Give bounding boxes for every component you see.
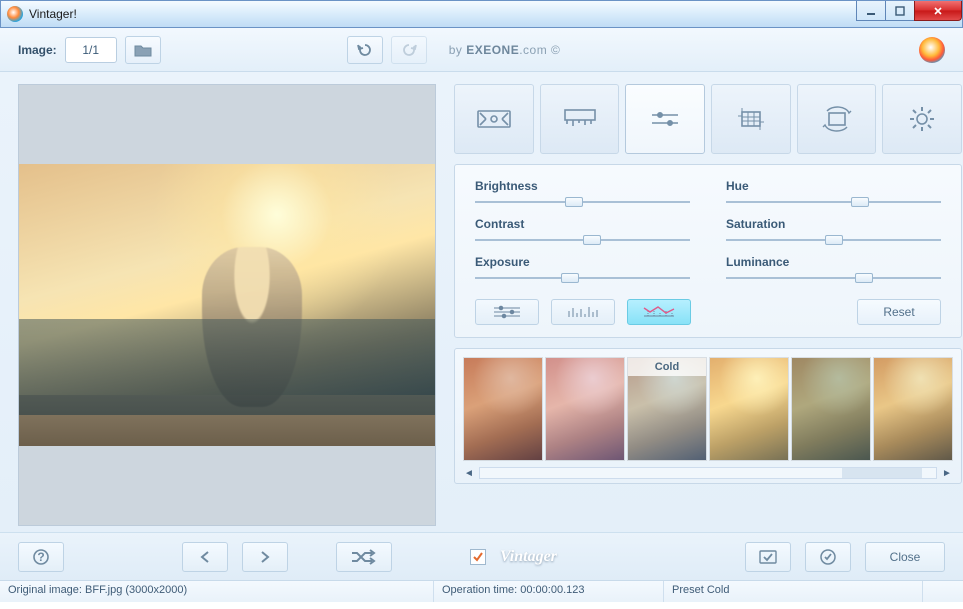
app-icon [7, 6, 23, 22]
minimize-button[interactable] [856, 1, 886, 21]
status-optime: Operation time: 00:00:00.123 [434, 581, 664, 602]
scroll-right-icon[interactable]: ► [941, 468, 953, 479]
exposure-slider[interactable] [475, 273, 690, 283]
preset-strip: Cold ◄ ► [454, 348, 962, 484]
image-counter: 1/1 [65, 37, 117, 63]
close-button[interactable]: Close [865, 542, 945, 572]
luminance-slider[interactable] [726, 273, 941, 283]
preset-thumb[interactable] [545, 357, 625, 461]
preset-label: Cold [628, 358, 706, 376]
undo-button[interactable] [347, 36, 383, 64]
tab-presets[interactable] [540, 84, 620, 154]
preset-thumb[interactable] [463, 357, 543, 461]
tab-adjust[interactable] [625, 84, 705, 154]
slider-exposure: Exposure [475, 255, 690, 283]
status-resize-grip[interactable] [923, 581, 963, 602]
redo-button[interactable] [391, 36, 427, 64]
help-button[interactable]: ? [18, 542, 64, 572]
watermark-checkbox[interactable] [470, 549, 486, 565]
slider-luminance: Luminance [726, 255, 941, 283]
watermark-label: Vintager [500, 548, 557, 566]
adjust-panel: Brightness Hue Contrast Saturation Expos… [454, 164, 962, 338]
hue-slider[interactable] [726, 197, 941, 207]
tab-settings[interactable] [882, 84, 962, 154]
slider-contrast: Contrast [475, 217, 690, 245]
preview-image [19, 164, 435, 446]
open-folder-button[interactable] [125, 36, 161, 64]
mode-histogram-button[interactable] [551, 299, 615, 325]
mode-levels-button[interactable] [627, 299, 691, 325]
contrast-slider[interactable] [475, 235, 690, 245]
confirm-button[interactable] [805, 542, 851, 572]
preset-thumb[interactable] [873, 357, 953, 461]
adjust-subrow: Reset [475, 299, 941, 325]
image-preview [18, 84, 436, 526]
brand-logo-icon [919, 37, 945, 63]
status-original: Original image: BFF.jpg (3000x2000) [0, 581, 434, 602]
preset-thumb[interactable]: Cold [627, 357, 707, 461]
reset-button[interactable]: Reset [857, 299, 941, 325]
brightness-slider[interactable] [475, 197, 690, 207]
preset-thumb[interactable] [791, 357, 871, 461]
toolbar: Image: 1/1 by EXEONE.com © [0, 28, 963, 72]
slider-brightness: Brightness [475, 179, 690, 207]
right-panel: Brightness Hue Contrast Saturation Expos… [454, 84, 962, 526]
status-preset: Preset Cold [664, 581, 923, 602]
apply-button[interactable] [745, 542, 791, 572]
shuffle-button[interactable] [336, 542, 392, 572]
maximize-button[interactable] [885, 1, 915, 21]
close-window-button[interactable] [914, 1, 962, 21]
credit: by EXEONE.com © [449, 43, 561, 57]
scroll-left-icon[interactable]: ◄ [463, 468, 475, 479]
window-buttons [857, 1, 962, 21]
slider-saturation: Saturation [726, 217, 941, 245]
preset-scrollbar[interactable]: ◄ ► [463, 465, 953, 481]
main-area: Brightness Hue Contrast Saturation Expos… [0, 72, 963, 532]
tab-crop[interactable] [711, 84, 791, 154]
tool-tabs [454, 84, 962, 154]
image-label: Image: [18, 43, 57, 57]
mode-sliders-button[interactable] [475, 299, 539, 325]
status-bar: Original image: BFF.jpg (3000x2000) Oper… [0, 580, 963, 602]
next-button[interactable] [242, 542, 288, 572]
window-title: Vintager! [29, 7, 77, 21]
preset-thumb[interactable] [709, 357, 789, 461]
tab-effects[interactable] [454, 84, 534, 154]
bottom-bar: ? Vintager Close [0, 532, 963, 580]
slider-hue: Hue [726, 179, 941, 207]
tab-rotate[interactable] [797, 84, 877, 154]
prev-button[interactable] [182, 542, 228, 572]
saturation-slider[interactable] [726, 235, 941, 245]
titlebar: Vintager! [0, 0, 963, 28]
svg-text:?: ? [37, 550, 44, 564]
